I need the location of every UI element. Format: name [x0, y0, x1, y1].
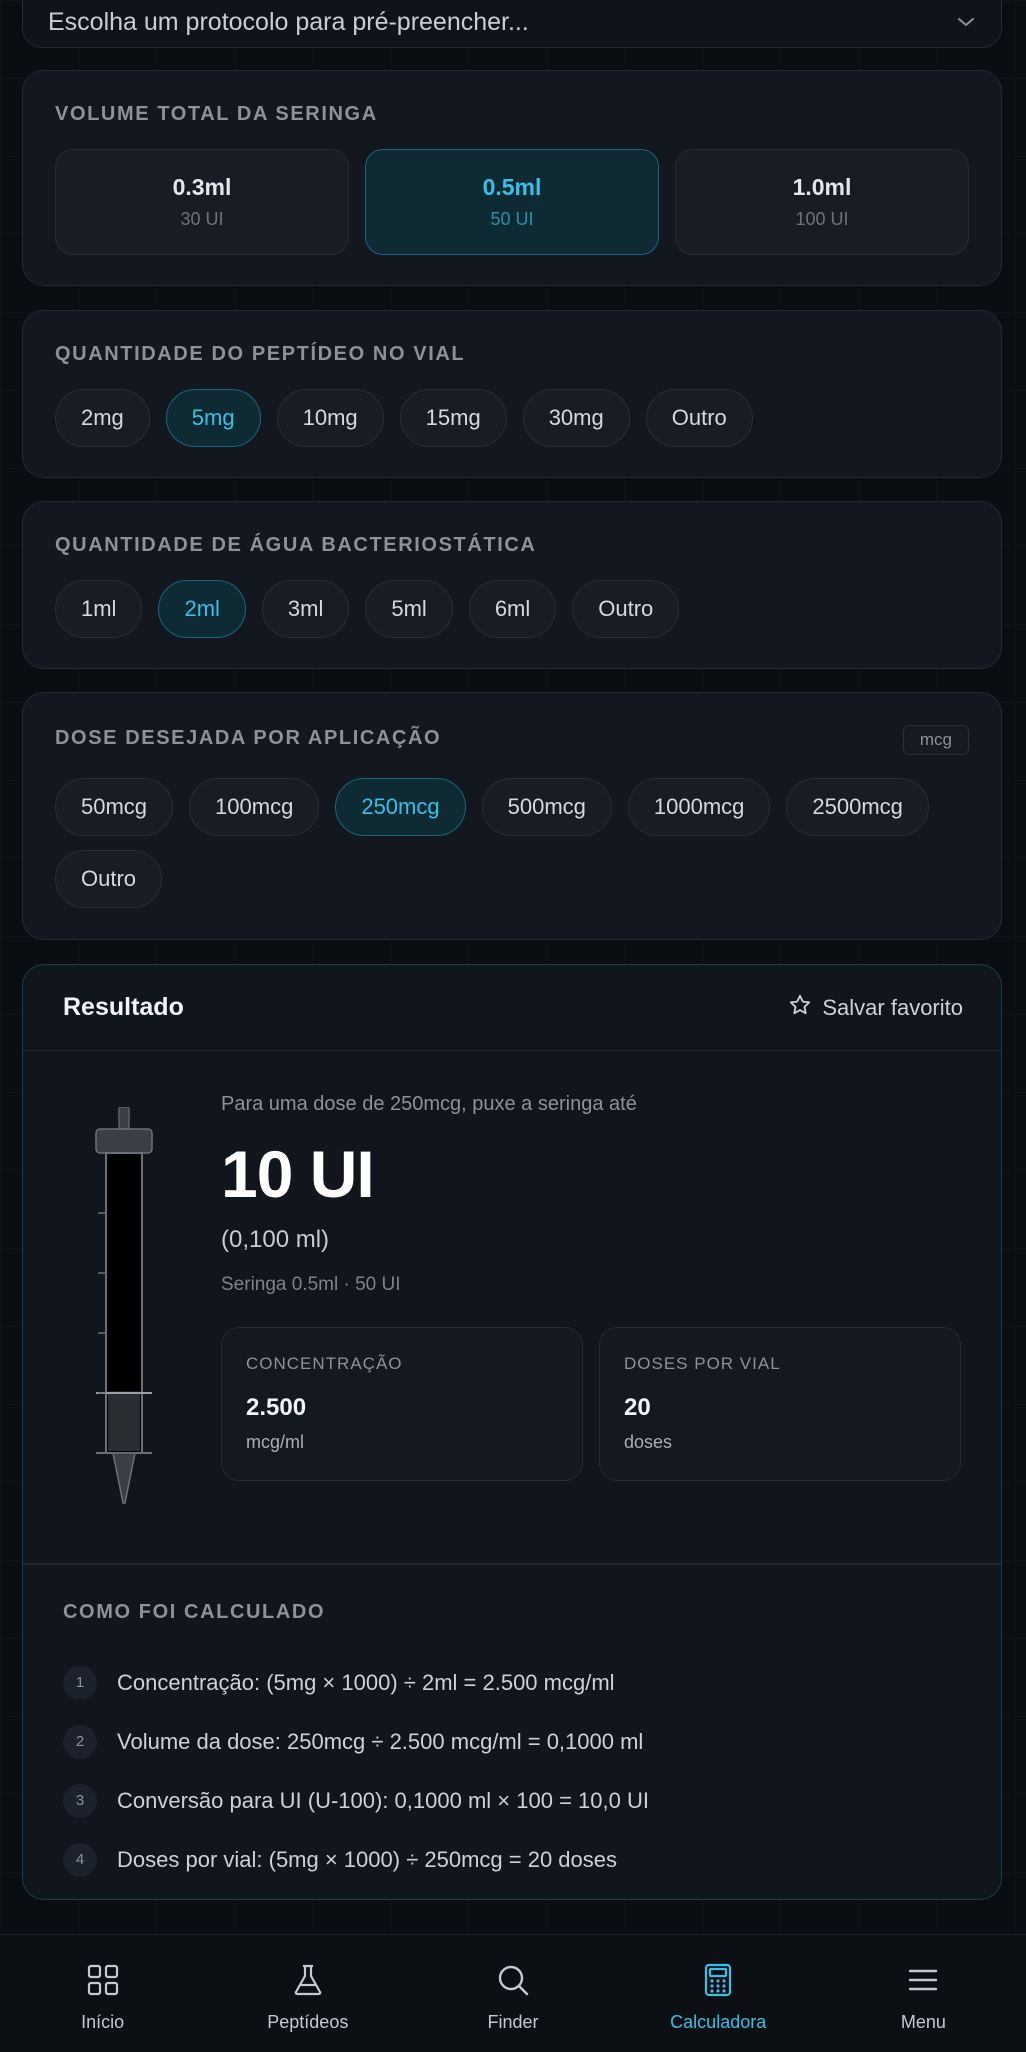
dose-option-selected[interactable]: 250mcg: [335, 778, 466, 836]
water-option[interactable]: 3ml: [261, 580, 350, 638]
nav-label: Peptídeos: [267, 2012, 349, 2032]
stat-label: CONCENTRAÇÃO: [246, 1354, 403, 1373]
calculator-icon: [701, 1963, 735, 2002]
syringe-volume-options: 0.3ml 30 UI 0.5ml 50 UI 1.0ml 100 UI: [55, 149, 969, 255]
dose-option[interactable]: 500mcg: [481, 778, 612, 836]
stat-unit: mcg/ml: [246, 1432, 304, 1452]
syringe-volume-ml: 0.5ml: [482, 174, 542, 200]
grid-icon: [86, 1963, 120, 2002]
peptide-quantity-card: QUANTIDADE DO PEPTÍDEO NO VIAL 2mg 5mg 1…: [22, 310, 1002, 478]
stat-label: DOSES POR VIAL: [624, 1354, 781, 1373]
dose-option[interactable]: 2500mcg: [786, 778, 929, 836]
calculation-steps: 1 Concentração: (5mg × 1000) ÷ 2ml = 2.5…: [63, 1653, 649, 1889]
water-quantity-options: 1ml 2ml 3ml 5ml 6ml Outro: [55, 580, 680, 638]
dose-title: DOSE DESEJADA POR APLICAÇÃO: [55, 727, 442, 749]
flask-icon: [291, 1963, 325, 2002]
star-icon: [788, 993, 812, 1023]
stat-unit: doses: [624, 1432, 673, 1452]
nav-item-menu[interactable]: Menu: [821, 1935, 1026, 2052]
peptide-quantity-options: 2mg 5mg 10mg 15mg 30mg Outro: [55, 389, 753, 447]
peptide-option-other[interactable]: Outro: [645, 389, 753, 447]
calculation-step: 4 Doses por vial: (5mg × 1000) ÷ 250mcg …: [63, 1830, 649, 1889]
calculation-title: COMO FOI CALCULADO: [63, 1601, 326, 1623]
syringe-volume-ui: 50 UI: [490, 209, 534, 229]
syringe-volume-title: VOLUME TOTAL DA SERINGA: [55, 103, 378, 125]
peptide-option[interactable]: 30mg: [522, 389, 630, 447]
water-option-selected[interactable]: 2ml: [158, 580, 246, 638]
syringe-volume-option[interactable]: 0.3ml 30 UI: [55, 149, 349, 255]
step-text: Concentração: (5mg × 1000) ÷ 2ml = 2.500…: [117, 1669, 615, 1695]
calculation-step: 2 Volume da dose: 250mcg ÷ 2.500 mcg/ml …: [63, 1712, 649, 1771]
syringe-volume-ui: 30 UI: [180, 209, 224, 229]
syringe-fill-level: [108, 1391, 140, 1451]
divider: [23, 1563, 1001, 1565]
protocol-select[interactable]: Escolha um protocolo para pré-preencher.…: [22, 0, 1002, 48]
water-option-other[interactable]: Outro: [572, 580, 680, 638]
nav-item-calculadora[interactable]: Calculadora: [616, 1935, 821, 2052]
stat-value: 2.500: [246, 1394, 307, 1421]
water-quantity-card: QUANTIDADE DE ÁGUA BACTERIOSTÁTICA 1ml 2…: [22, 501, 1002, 669]
peptide-quantity-title: QUANTIDADE DO PEPTÍDEO NO VIAL: [55, 343, 466, 365]
peptide-option-selected[interactable]: 5mg: [165, 389, 261, 447]
nav-item-peptideos[interactable]: Peptídeos: [205, 1935, 410, 2052]
calculation-step: 3 Conversão para UI (U-100): 0,1000 ml ×…: [63, 1771, 649, 1830]
nav-item-inicio[interactable]: Início: [0, 1935, 205, 2052]
nav-label: Calculadora: [670, 2012, 767, 2032]
syringe-volume-option-selected[interactable]: 0.5ml 50 UI: [365, 149, 659, 255]
dose-option-other[interactable]: Outro: [55, 850, 163, 908]
syringe-volume-option[interactable]: 1.0ml 100 UI: [675, 149, 969, 255]
save-favorite-button[interactable]: Salvar favorito: [788, 993, 963, 1023]
step-number: 2: [63, 1724, 97, 1759]
syringe-volume-ml: 1.0ml: [792, 174, 852, 200]
calculation-step: 1 Concentração: (5mg × 1000) ÷ 2ml = 2.5…: [63, 1653, 649, 1712]
water-option[interactable]: 5ml: [365, 580, 453, 638]
dose-option[interactable]: 1000mcg: [627, 778, 771, 836]
water-quantity-title: QUANTIDADE DE ÁGUA BACTERIOSTÁTICA: [55, 534, 537, 556]
step-text: Doses por vial: (5mg × 1000) ÷ 250mcg = …: [117, 1846, 618, 1872]
result-pre-text: Para uma dose de 250mcg, puxe a seringa …: [221, 1093, 637, 1115]
bottom-navigation: Início Peptídeos Finder Calculadora Menu: [0, 1934, 1026, 2052]
peptide-option[interactable]: 10mg: [276, 389, 384, 447]
nav-label: Início: [81, 2012, 125, 2032]
concentration-stat: CONCENTRAÇÃO 2.500 mcg/ml: [221, 1327, 583, 1481]
save-favorite-label: Salvar favorito: [822, 994, 963, 1020]
protocol-select-placeholder: Escolha um protocolo para pré-preencher.…: [48, 7, 529, 36]
stat-value: 20: [624, 1394, 651, 1421]
syringe-volume-ui: 100 UI: [795, 209, 849, 229]
peptide-option[interactable]: 15mg: [399, 389, 507, 447]
chevron-down-icon: [955, 11, 977, 33]
nav-label: Menu: [900, 2012, 946, 2032]
menu-icon: [906, 1963, 940, 2002]
syringe-volume-card: VOLUME TOTAL DA SERINGA 0.3ml 30 UI 0.5m…: [22, 70, 1002, 286]
doses-per-vial-stat: DOSES POR VIAL 20 doses: [599, 1327, 961, 1481]
step-number: 1: [63, 1665, 97, 1700]
nav-label: Finder: [487, 2012, 539, 2032]
dose-unit-badge[interactable]: mcg: [902, 725, 969, 755]
result-title: Resultado: [63, 993, 184, 1021]
dose-option[interactable]: 50mcg: [55, 778, 174, 836]
dose-option[interactable]: 100mcg: [189, 778, 320, 836]
syringe-volume-ml: 0.3ml: [172, 174, 232, 200]
result-ml: (0,100 ml): [221, 1226, 330, 1253]
dose-options: 50mcg 100mcg 250mcg 500mcg 1000mcg 2500m…: [55, 778, 975, 908]
water-option[interactable]: 1ml: [55, 580, 143, 638]
result-header: Resultado Salvar favorito: [23, 965, 1001, 1051]
result-summary: Para uma dose de 250mcg, puxe a seringa …: [221, 1093, 961, 1296]
result-units: 10 UI: [221, 1137, 375, 1211]
nav-item-finder[interactable]: Finder: [410, 1935, 615, 2052]
search-icon: [496, 1963, 530, 2002]
step-number: 4: [63, 1842, 97, 1877]
dose-card: DOSE DESEJADA POR APLICAÇÃO mcg 50mcg 10…: [22, 692, 1002, 940]
syringe-illustration: [91, 1106, 155, 1522]
result-stats: CONCENTRAÇÃO 2.500 mcg/ml DOSES POR VIAL…: [221, 1327, 961, 1481]
result-syringe-info: Seringa 0.5ml · 50 UI: [221, 1274, 401, 1295]
result-card: Resultado Salvar favorito Para uma dose …: [22, 964, 1002, 1900]
step-number: 3: [63, 1783, 97, 1818]
step-text: Conversão para UI (U-100): 0,1000 ml × 1…: [117, 1787, 649, 1813]
peptide-option[interactable]: 2mg: [55, 389, 150, 447]
water-option[interactable]: 6ml: [468, 580, 557, 638]
step-text: Volume da dose: 250mcg ÷ 2.500 mcg/ml = …: [117, 1728, 644, 1754]
